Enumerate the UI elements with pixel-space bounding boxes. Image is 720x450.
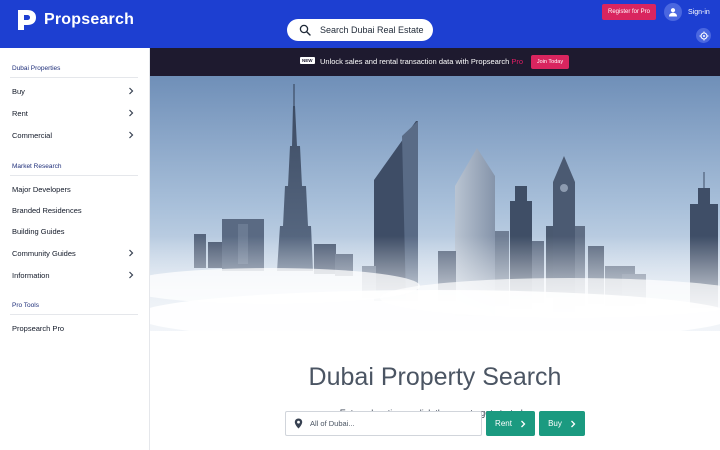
chevron-right-icon xyxy=(129,249,134,257)
sign-in-link[interactable]: Sign-in xyxy=(664,3,710,21)
map-pin-icon xyxy=(294,418,303,429)
sidebar-heading-dubai-properties: Dubai Properties xyxy=(12,65,61,72)
user-icon xyxy=(669,8,677,17)
propsearch-logo-icon xyxy=(18,10,36,30)
chevron-right-icon xyxy=(520,420,526,427)
hero-title: Dubai Property Search xyxy=(308,363,562,391)
promo-text: Unlock sales and rental transaction data… xyxy=(320,57,523,66)
register-for-pro-button[interactable]: Register for Pro xyxy=(602,4,656,20)
site-search-input[interactable]: Search Dubai Real Estate xyxy=(287,19,433,41)
sign-in-label: Sign-in xyxy=(688,8,710,16)
chevron-right-icon xyxy=(129,131,134,139)
sidebar-item-major-developers[interactable]: Major Developers xyxy=(0,179,150,199)
search-placeholder: Search Dubai Real Estate xyxy=(320,25,424,35)
search-icon xyxy=(299,24,311,36)
brand-name: Propsearch xyxy=(44,11,135,28)
buy-search-button[interactable]: Buy xyxy=(539,411,585,436)
sidebar-item-propsearch-pro[interactable]: Propsearch Pro xyxy=(0,318,150,338)
sidebar-item-label: Buy xyxy=(12,86,25,96)
sidebar-heading-pro-tools: Pro Tools xyxy=(12,302,39,309)
sidebar-item-label: Information xyxy=(12,270,50,280)
sidebar-item-building-guides[interactable]: Building Guides xyxy=(0,221,150,241)
dubai-skyline-image xyxy=(150,76,720,450)
chevron-right-icon xyxy=(129,109,134,117)
main-content: NEW Unlock sales and rental transaction … xyxy=(150,48,720,450)
sidebar-item-label: Building Guides xyxy=(12,226,65,236)
top-header: Propsearch Search Dubai Real Estate Regi… xyxy=(0,0,720,48)
rent-search-button[interactable]: Rent xyxy=(486,411,535,436)
rent-button-label: Rent xyxy=(495,419,512,428)
sidebar-divider xyxy=(10,314,138,315)
sidebar-divider xyxy=(10,77,138,78)
settings-button[interactable] xyxy=(696,28,711,43)
sidebar-item-label: Propsearch Pro xyxy=(12,323,65,333)
sidebar-divider xyxy=(10,175,138,176)
chevron-right-icon xyxy=(129,87,134,95)
sidebar-item-label: Rent xyxy=(12,108,28,118)
location-placeholder: All of Dubai... xyxy=(310,419,355,428)
sidebar-item-label: Branded Residences xyxy=(12,205,82,215)
location-input[interactable]: All of Dubai... xyxy=(285,411,482,436)
join-today-button[interactable]: Join Today xyxy=(531,55,569,69)
sidebar-item-information[interactable]: Information xyxy=(0,265,150,285)
chevron-right-icon xyxy=(570,420,576,427)
promo-banner: NEW Unlock sales and rental transaction … xyxy=(150,48,720,76)
sidebar-item-commercial[interactable]: Commercial xyxy=(0,125,150,145)
promo-pro-label: Pro xyxy=(511,57,524,66)
promo-message: Unlock sales and rental transaction data… xyxy=(320,57,510,66)
sidebar-item-rent[interactable]: Rent xyxy=(0,103,150,123)
settings-icon xyxy=(699,31,708,40)
sidebar-item-label: Community Guides xyxy=(12,248,76,258)
new-badge: NEW xyxy=(300,57,315,64)
sidebar-item-buy[interactable]: Buy xyxy=(0,81,150,101)
sidebar-item-branded-residences[interactable]: Branded Residences xyxy=(0,200,150,220)
brand-logo[interactable]: Propsearch xyxy=(16,8,134,32)
sidebar-item-label: Major Developers xyxy=(12,184,71,194)
buy-button-label: Buy xyxy=(548,419,562,428)
sidebar-heading-market-research: Market Research xyxy=(12,163,62,170)
sidebar-item-community-guides[interactable]: Community Guides xyxy=(0,243,150,263)
hero-section xyxy=(150,76,720,450)
user-avatar xyxy=(664,3,682,21)
sidebar-nav: Dubai Properties Buy Rent Commercial Mar… xyxy=(0,48,150,450)
sidebar-item-label: Commercial xyxy=(12,130,53,140)
chevron-right-icon xyxy=(129,271,134,279)
